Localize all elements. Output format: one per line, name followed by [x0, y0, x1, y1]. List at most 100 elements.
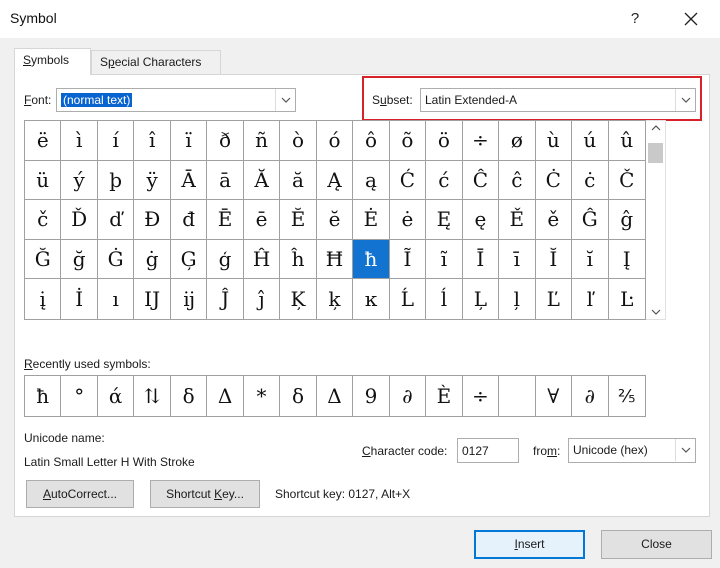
scroll-up-icon[interactable] [651, 125, 661, 131]
recent-symbol-cell[interactable]: ά [98, 376, 135, 416]
recent-symbol-cell[interactable]: 9 [353, 376, 390, 416]
font-select[interactable]: (normal text) [56, 88, 296, 112]
recent-symbol-cell[interactable]: Δ [317, 376, 354, 416]
symbol-cell[interactable]: ħ [353, 239, 390, 280]
recent-symbol-cell[interactable]: * [244, 376, 281, 416]
symbol-cell[interactable]: î [134, 121, 171, 161]
insert-button[interactable]: Insert [474, 530, 585, 559]
symbol-cell[interactable]: ü [25, 160, 62, 201]
symbol-cell[interactable]: ý [61, 160, 98, 201]
symbol-cell[interactable]: ļ [499, 279, 536, 319]
symbol-cell[interactable]: Ĉ [462, 160, 500, 201]
tab-symbols[interactable]: Symbols [14, 48, 91, 75]
symbol-cell[interactable]: Ĵ [207, 279, 244, 319]
symbol-cell[interactable]: ď [97, 200, 135, 240]
symbol-cell[interactable]: Ğ [25, 239, 62, 280]
symbol-cell[interactable]: ľ [572, 279, 609, 319]
symbol-cell[interactable]: Ķ [280, 279, 317, 319]
symbol-cell[interactable]: ĩ [426, 239, 463, 280]
symbol-cell[interactable]: ė [389, 200, 427, 240]
symbol-cell[interactable]: ą [353, 160, 390, 201]
from-dropdown-arrow[interactable] [675, 439, 695, 461]
symbol-cell[interactable]: Ĩ [389, 239, 427, 280]
symbol-cell[interactable]: Ĭ [535, 239, 573, 280]
symbol-cell[interactable]: ø [499, 121, 536, 161]
symbol-cell[interactable]: Ī [462, 239, 500, 280]
symbol-cell[interactable]: ñ [243, 121, 281, 161]
symbol-cell[interactable]: ï [170, 121, 208, 161]
symbol-cell[interactable]: ċ [572, 160, 609, 201]
symbol-cell[interactable]: ĳ [171, 279, 208, 319]
symbol-cell[interactable]: Ĳ [134, 279, 171, 319]
symbol-cell[interactable]: Ģ [170, 239, 208, 280]
symbol-cell[interactable]: Ċ [535, 160, 573, 201]
symbol-cell[interactable]: þ [97, 160, 135, 201]
symbol-cell[interactable]: Ĺ [390, 279, 427, 319]
symbol-cell[interactable]: ĉ [499, 160, 536, 201]
symbol-grid-scrollbar[interactable] [646, 120, 666, 320]
symbol-cell[interactable]: ġ [134, 239, 171, 280]
shortcut-key-button[interactable]: Shortcut Key... [150, 480, 260, 508]
recent-symbol-cell[interactable]: È [426, 376, 463, 416]
recent-symbol-cell[interactable] [499, 376, 536, 416]
symbol-cell[interactable]: Ħ [316, 239, 354, 280]
symbol-cell[interactable]: ī [499, 239, 536, 280]
symbol-cell[interactable]: ÿ [134, 160, 171, 201]
symbol-cell[interactable]: ā [207, 160, 244, 201]
symbol-cell[interactable]: Ě [499, 200, 536, 240]
scrollbar-thumb[interactable] [648, 143, 663, 163]
symbol-cell[interactable]: Į [608, 240, 645, 280]
recent-symbol-cell[interactable]: ⅖ [609, 376, 645, 416]
symbol-cell[interactable]: ć [426, 160, 463, 201]
symbol-cell[interactable]: û [608, 121, 645, 161]
close-window-button[interactable] [674, 4, 708, 34]
from-select[interactable]: Unicode (hex) [568, 438, 696, 463]
symbol-cell[interactable]: õ [389, 121, 427, 161]
symbol-cell[interactable]: ð [207, 121, 244, 161]
symbol-cell[interactable]: Č [608, 161, 645, 201]
symbol-cell[interactable]: ú [572, 121, 609, 161]
recent-symbol-cell[interactable]: δ [171, 376, 208, 416]
symbol-cell[interactable]: ĝ [608, 200, 645, 240]
help-button[interactable]: ? [620, 4, 650, 34]
scroll-down-icon[interactable] [651, 309, 661, 315]
symbol-cell[interactable]: đ [170, 200, 208, 240]
symbol-cell[interactable]: ē [243, 200, 281, 240]
recent-symbol-cell[interactable]: ÷ [463, 376, 500, 416]
character-code-input[interactable]: 0127 [457, 438, 519, 463]
symbol-cell[interactable]: ù [535, 121, 573, 161]
symbol-cell[interactable]: Ġ [97, 239, 135, 280]
symbol-cell[interactable]: Ē [207, 200, 244, 240]
symbol-cell[interactable]: ı [98, 279, 135, 319]
symbol-cell[interactable]: Ć [389, 160, 427, 201]
recent-symbol-cell[interactable]: ∂ [572, 376, 609, 416]
symbol-cell[interactable]: Ĥ [243, 239, 281, 280]
symbol-cell[interactable]: Đ [134, 200, 171, 240]
symbol-cell[interactable]: ę [462, 200, 500, 240]
symbol-cell[interactable]: ĕ [316, 200, 354, 240]
symbol-cell[interactable]: İ [61, 279, 98, 319]
symbol-cell[interactable]: į [25, 279, 62, 319]
symbol-cell[interactable]: ğ [61, 239, 98, 280]
symbol-cell[interactable]: ö [426, 121, 463, 161]
symbol-cell[interactable]: Ď [61, 200, 98, 240]
symbol-cell[interactable]: Ľ [536, 279, 573, 319]
symbol-cell[interactable]: Ą [316, 160, 354, 201]
symbol-cell[interactable]: ģ [207, 239, 244, 280]
symbol-cell[interactable]: ÷ [462, 121, 500, 161]
recent-symbol-cell[interactable]: δ [280, 376, 317, 416]
recent-symbol-cell[interactable]: ħ [25, 376, 62, 416]
font-dropdown-arrow[interactable] [275, 89, 295, 111]
symbol-cell[interactable]: Ā [170, 160, 208, 201]
symbol-cell[interactable]: Ŀ [609, 279, 645, 319]
symbol-cell[interactable]: ĺ [426, 279, 463, 319]
symbol-cell[interactable]: ì [61, 121, 98, 161]
symbol-cell[interactable]: ò [280, 121, 317, 161]
recent-symbol-cell[interactable]: ∀ [536, 376, 573, 416]
symbol-cell[interactable]: Ę [426, 200, 463, 240]
symbol-cell[interactable]: Ĕ [280, 200, 317, 240]
recent-symbol-cell[interactable]: ° [61, 376, 98, 416]
recent-symbol-cell[interactable]: ∂ [390, 376, 427, 416]
symbol-cell[interactable]: ë [25, 121, 62, 161]
symbol-cell[interactable]: ĥ [280, 239, 317, 280]
